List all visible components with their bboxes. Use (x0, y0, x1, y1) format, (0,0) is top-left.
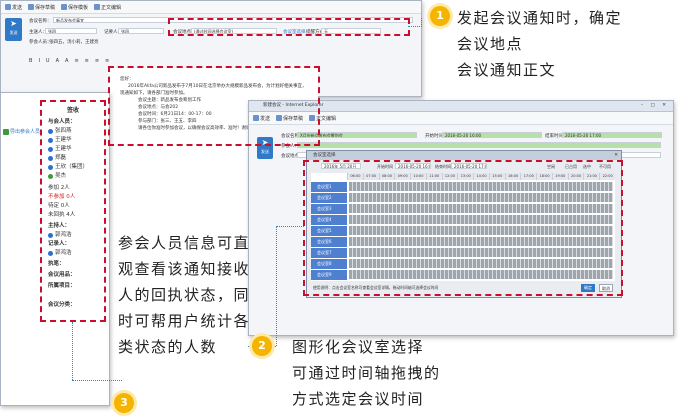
template-icon (61, 4, 68, 10)
highlight-sidebar (40, 100, 106, 322)
toolbar-save-template[interactable]: 保存模板 (61, 4, 88, 11)
annotation-badge-3: 3 (114, 393, 134, 413)
attendees-value[interactable]: 张四五，汤小莉，王建亮 (49, 39, 99, 45)
export-icon (3, 128, 9, 135)
cc-field[interactable]: 张四 (118, 28, 164, 34)
highlight-button[interactable]: A (65, 58, 68, 64)
edit-icon (94, 4, 101, 10)
send-icon (5, 4, 11, 10)
toolbar-send[interactable]: 发送 (5, 4, 22, 11)
subject-label: 会议名称： (29, 19, 52, 24)
guide-line-1 (408, 26, 422, 27)
close-icon[interactable]: ✕ (614, 151, 618, 160)
highlight-timeline (303, 160, 623, 296)
recipients-field[interactable]: 张四 (45, 28, 97, 34)
annotation-badge-1: 1 (430, 6, 450, 26)
highlight-message-body (108, 66, 320, 146)
annotation-text-2: 图形化会议室选择 可通过时间轴拖拽的 方式选定会议时间 (292, 338, 441, 408)
bold-button[interactable]: B (29, 58, 32, 64)
save-icon (28, 4, 35, 10)
paper-plane-icon: ➤ (10, 19, 17, 28)
guide-line-2b (276, 226, 277, 346)
align-right-button[interactable]: ≡ (95, 58, 99, 64)
compose-toolbar: 发送 保存草稿 保存模板 正文编辑 (1, 1, 421, 14)
export-attendees-link[interactable]: 导出参会人员 (3, 128, 40, 135)
annotation-badge-2: 2 (252, 336, 272, 356)
send-button[interactable]: ➤ 发送 (5, 18, 22, 41)
sched-start-field[interactable]: 2016-05-20 16:00 (442, 132, 542, 138)
annotation-text-3: 参会人员信息可直 观查看该通知接收 人的回执状态，同 时可帮用户统计各 类状态的… (118, 234, 251, 356)
sched-end-field[interactable]: 2016-05-20 17:00 (562, 132, 662, 138)
toolbar-edit-body[interactable]: 正文编辑 (94, 4, 121, 11)
format-toolbar: B I U A A ≡ ≡ ≡ ≡ (29, 58, 109, 64)
window-controls[interactable]: – □ ✕ (641, 101, 669, 111)
italic-button[interactable]: I (38, 58, 39, 64)
align-left-button[interactable]: ≡ (74, 58, 78, 64)
sched-attendees-field[interactable] (297, 142, 661, 148)
guide-line-2 (276, 226, 304, 227)
dialog-titlebar: 会议室选择 ✕ (307, 151, 621, 160)
list-button[interactable]: ≡ (105, 58, 109, 64)
underline-button[interactable]: U (46, 58, 50, 64)
guide-line-3b (72, 380, 122, 381)
font-color-button[interactable]: A (56, 58, 59, 64)
highlight-location-fields (168, 18, 410, 36)
align-center-button[interactable]: ≡ (85, 58, 89, 64)
guide-line-1b (421, 18, 422, 27)
toolbar-save-draft[interactable]: 保存草稿 (28, 4, 55, 11)
guide-line-3 (72, 322, 73, 380)
annotation-text-1: 发起会议通知时，确定 会议地点 会议通知正文 (457, 9, 623, 79)
